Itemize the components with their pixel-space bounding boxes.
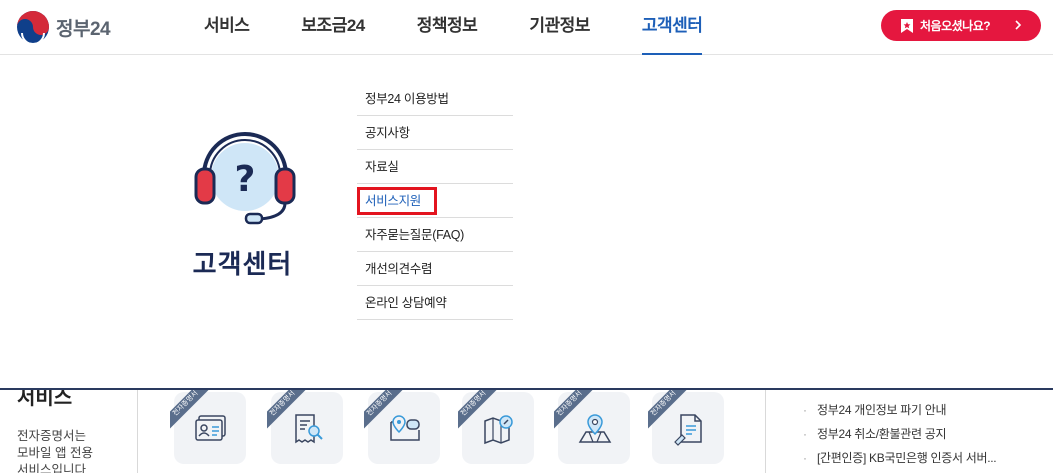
nav-item-agency[interactable]: 기관정보 — [503, 0, 616, 55]
divider — [765, 390, 766, 473]
submenu-item-faq[interactable]: 자주묻는질문(FAQ) — [357, 218, 513, 252]
map-compass-icon — [484, 415, 513, 445]
e-certificate-card[interactable]: 전자증명서 — [267, 390, 343, 464]
top-header: 정부24 서비스 보조금24 정책정보 기관정보 고객센터 처음오셨나요? — [0, 0, 1053, 56]
nav-item-policy[interactable]: 정책정보 — [391, 0, 504, 55]
customer-center-mega-menu: ? 고객센터 정부24 이용방법 공지사항 자료실 서비스지원 자주묻는질문(F… — [0, 55, 1053, 388]
first-visit-button[interactable]: 처음오셨나요? — [881, 10, 1041, 41]
submenu-item-service-support[interactable]: 서비스지원 — [357, 184, 513, 218]
submenu-item-usage-guide[interactable]: 정부24 이용방법 — [357, 82, 513, 116]
page-content-below: 서비스 전자증명서는 모바일 앱 전용 서비스입니다 전자증명서 전자증명서 전… — [0, 390, 1053, 473]
map-pin-icon — [578, 414, 612, 443]
location-chat-icon — [390, 415, 420, 441]
section-title: 서비스 — [17, 390, 73, 409]
headset-help-icon: ? — [194, 132, 296, 225]
taegeuk-logo-icon — [17, 11, 49, 44]
bookmark-icon — [901, 18, 913, 33]
notice-item[interactable]: 정부24 취소/환불관련 공지 — [803, 422, 1043, 446]
section-description: 전자증명서는 모바일 앱 전용 서비스입니다 — [17, 429, 93, 473]
submenu-item-resources[interactable]: 자료실 — [357, 150, 513, 184]
divider — [137, 390, 138, 473]
chevron-right-icon — [1015, 20, 1022, 30]
main-nav: 서비스 보조금24 정책정보 기관정보 고객센터 — [178, 0, 729, 56]
nav-item-customer-center[interactable]: 고객센터 — [616, 0, 729, 56]
customer-center-title: 고객센터 — [192, 249, 293, 279]
notice-item[interactable]: [간편인증] KB국민은행 인증서 서버... — [803, 446, 1043, 470]
customer-center-submenu: 정부24 이용방법 공지사항 자료실 서비스지원 자주묻는질문(FAQ) 개선의… — [357, 82, 513, 320]
submenu-item-online-consult[interactable]: 온라인 상담예약 — [357, 286, 513, 320]
submenu-item-notices[interactable]: 공지사항 — [357, 116, 513, 150]
nav-item-subsidy[interactable]: 보조금24 — [275, 0, 390, 55]
document-pen-icon — [674, 414, 702, 446]
notice-list: 정부24 개인정보 파기 안내 정부24 취소/환불관련 공지 [간편인증] K… — [803, 398, 1043, 470]
e-certificate-card[interactable]: 전자증명서 — [170, 390, 246, 464]
notice-item[interactable]: 정부24 개인정보 파기 안내 — [803, 398, 1043, 422]
svg-text:?: ? — [235, 159, 256, 200]
logo[interactable]: 정부24 — [16, 9, 111, 45]
receipt-search-icon — [295, 414, 323, 444]
nav-item-services[interactable]: 서비스 — [178, 0, 275, 55]
logo-text: 정부24 — [56, 18, 111, 40]
id-card-icon — [195, 415, 226, 441]
e-certificate-card[interactable]: 전자증명서 — [648, 390, 724, 464]
e-certificate-card[interactable]: 전자증명서 — [554, 390, 630, 464]
submenu-item-feedback[interactable]: 개선의견수렴 — [357, 252, 513, 286]
e-certificate-card[interactable]: 전자증명서 — [364, 390, 440, 464]
first-visit-label: 처음오셨나요? — [920, 19, 991, 33]
e-certificate-card[interactable]: 전자증명서 — [458, 390, 534, 464]
